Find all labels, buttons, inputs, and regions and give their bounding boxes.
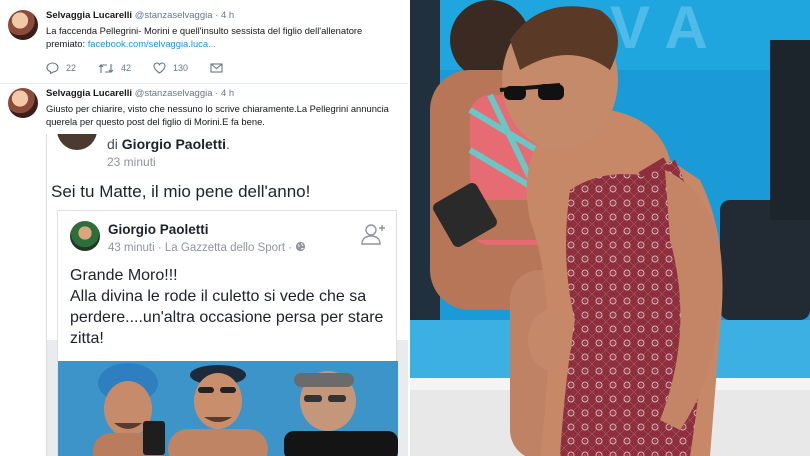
reply-icon [46, 62, 59, 74]
tweet-time[interactable]: · 4 h [215, 10, 234, 21]
post-di-label: di [107, 136, 118, 152]
tweet-header: Selvaggia Lucarelli @stanzaselvaggia · 4… [46, 10, 234, 21]
reply-button[interactable]: 22 [46, 62, 76, 74]
shared-text-line: Alla divina le rode il culetto si vede c… [70, 288, 384, 347]
heart-icon [153, 62, 166, 74]
shared-text: Grande Moro!!! Alla divina le rode il cu… [70, 265, 390, 349]
tweet[interactable]: Selvaggia Lucarelli @stanzaselvaggia · 4… [0, 0, 408, 84]
svg-text:V A: V A [610, 0, 708, 61]
retweet-icon [98, 63, 114, 73]
avatar [57, 134, 97, 150]
message-button[interactable] [210, 63, 230, 73]
globe-icon [296, 241, 306, 252]
post-time: 23 minuti [107, 155, 156, 169]
avatar[interactable] [8, 10, 38, 40]
like-count: 130 [173, 63, 189, 73]
shared-author-name: Giorgio Paoletti [108, 222, 209, 237]
like-button[interactable]: 130 [153, 62, 188, 74]
message-icon [210, 63, 223, 73]
tweet-author-handle[interactable]: @stanzaselvaggia [135, 10, 213, 21]
tweet-time[interactable]: · 4 h [215, 88, 234, 99]
right-photo: V A [410, 0, 810, 456]
tweet-author-name[interactable]: Selvaggia Lucarelli [46, 10, 132, 21]
shared-meta: 43 minuti · La Gazzetta dello Sport · [108, 241, 306, 254]
add-friend-icon [361, 224, 385, 245]
shared-text-line: Grande Moro!!! [70, 267, 178, 284]
tweet-header: Selvaggia Lucarelli @stanzaselvaggia · 4… [46, 88, 234, 99]
tweet-actions: 22 42 130 [46, 62, 252, 74]
tweet-author-name[interactable]: Selvaggia Lucarelli [46, 88, 132, 99]
tweet-text: La faccenda Pellegrini- Morini e quell'i… [46, 24, 386, 50]
swimmer-photo: V A [410, 0, 810, 456]
retweet-button[interactable]: 42 [98, 63, 131, 74]
avatar[interactable] [8, 88, 38, 118]
shared-post: Giorgio Paoletti 43 minuti · La Gazzetta… [57, 210, 398, 456]
left-panel: Selvaggia Lucarelli @stanzaselvaggia · 4… [0, 0, 408, 456]
water-polo-photo [58, 361, 398, 456]
facebook-screenshot[interactable]: di Giorgio Paoletti. 23 minuti Sei tu Ma… [46, 134, 408, 456]
post-author-line: di Giorgio Paoletti. [107, 136, 230, 152]
add-friend-button [360, 223, 386, 250]
post-author-name: Giorgio Paoletti [121, 136, 227, 152]
tweet-author-handle[interactable]: @stanzaselvaggia [135, 88, 213, 99]
tweet-link[interactable]: facebook.com/selvaggia.luca... [88, 38, 216, 49]
tweet[interactable]: Selvaggia Lucarelli @stanzaselvaggia · 4… [0, 84, 408, 134]
reply-count: 22 [66, 63, 77, 73]
tweet-text: Giusto per chiarire, visto che nessuno l… [46, 103, 389, 127]
retweet-count: 42 [121, 63, 132, 73]
shared-meta-text: 43 minuti · La Gazzetta dello Sport · [108, 242, 296, 254]
avatar [70, 221, 100, 251]
post-text: Sei tu Matte, il mio pene dell'anno! [51, 182, 311, 201]
shared-photo [58, 361, 398, 456]
